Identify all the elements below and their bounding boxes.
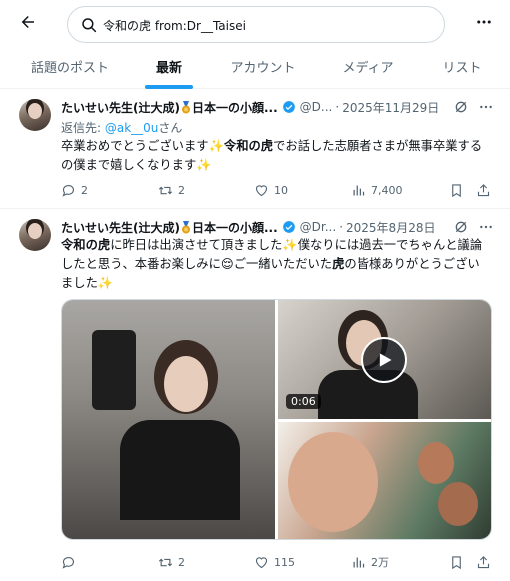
- bookmark-icon: [452, 555, 461, 569]
- more-icon: [477, 20, 491, 24]
- tab-top[interactable]: 話題のポスト: [18, 44, 122, 88]
- retweet-button[interactable]: 2: [158, 552, 185, 572]
- views-count: 2万: [371, 556, 389, 569]
- display-name-suffix[interactable]: 日本一の小顔...: [192, 219, 278, 236]
- verified-icon: [282, 221, 295, 233]
- share-button[interactable]: [476, 552, 496, 572]
- bookmark-button[interactable]: [449, 180, 469, 200]
- timestamp[interactable]: 2025年8月28日: [346, 219, 435, 236]
- bookmark-icon: [452, 183, 461, 197]
- like-icon: [255, 184, 268, 196]
- reply-button[interactable]: 2: [61, 180, 88, 200]
- handle[interactable]: @D...: [300, 100, 333, 114]
- reply-context: 返信先: @ak__0uさん: [61, 119, 182, 136]
- like-icon: [255, 556, 268, 568]
- avatar[interactable]: [19, 219, 51, 251]
- handle[interactable]: @Dr...: [300, 220, 337, 234]
- tweet[interactable]: たいせい先生(辻大成) 日本一の小顔... @Dr... · 2025年8月28…: [0, 209, 510, 581]
- tab-lists[interactable]: リスト: [432, 44, 492, 88]
- reply-suffix: さん: [158, 121, 183, 135]
- like-count: 115: [274, 555, 295, 569]
- tweet-more-icon[interactable]: [478, 219, 494, 235]
- search-icon: [82, 18, 97, 33]
- play-button[interactable]: [361, 337, 407, 383]
- tweet-text: 卒業おめでとうございます✨令和の虎でお話した志願者さまが無事卒業する の僕まで嬉し…: [61, 139, 483, 172]
- tweet-header: たいせい先生(辻大成) 日本一の小顔... @D... · 2025年11月29…: [61, 98, 439, 116]
- search-box[interactable]: [67, 6, 445, 43]
- retweet-count: 2: [178, 183, 185, 197]
- search-tabs: 話題のポスト 最新 アカウント メディア リスト: [0, 44, 510, 89]
- tab-latest[interactable]: 最新: [140, 44, 198, 88]
- retweet-button[interactable]: 2: [158, 180, 185, 200]
- timestamp[interactable]: 2025年11月29日: [342, 99, 439, 116]
- retweet-icon: [158, 186, 173, 194]
- share-icon: [477, 183, 490, 196]
- photo-group[interactable]: [278, 422, 491, 539]
- medal-icon: [181, 100, 190, 113]
- back-arrow-icon: [21, 16, 34, 28]
- grok-icon[interactable]: [453, 219, 469, 235]
- tweet-more-icon[interactable]: [478, 99, 494, 115]
- display-name[interactable]: たいせい先生(辻大成): [61, 99, 180, 116]
- tweet-text: 令和の虎に昨日は出演させて頂きました✨僕なりには過去一でちゃんと議論 したと思う、…: [61, 238, 483, 290]
- reply-prefix: 返信先:: [61, 121, 105, 135]
- tweet[interactable]: たいせい先生(辻大成) 日本一の小顔... @D... · 2025年11月29…: [0, 89, 510, 209]
- separator-dot: ·: [335, 100, 340, 114]
- tab-accounts[interactable]: アカウント: [219, 44, 307, 88]
- media-grid: 0:06: [61, 299, 492, 540]
- views-count: 7,400: [371, 183, 403, 197]
- reply-icon: [62, 184, 75, 197]
- video-duration: 0:06: [286, 394, 321, 409]
- verified-icon: [282, 101, 295, 113]
- views-icon: [353, 185, 365, 195]
- retweet-count: 2: [178, 555, 185, 569]
- retweet-icon: [158, 558, 173, 566]
- reply-count: 2: [81, 183, 88, 197]
- search-input[interactable]: [103, 11, 433, 39]
- views-button[interactable]: 7,400: [351, 180, 403, 200]
- display-name-suffix[interactable]: 日本一の小顔...: [192, 99, 278, 116]
- back-button[interactable]: [14, 8, 42, 36]
- tab-media[interactable]: メディア: [331, 44, 405, 88]
- reply-icon: [62, 556, 75, 569]
- display-name[interactable]: たいせい先生(辻大成): [61, 219, 180, 236]
- mention-link[interactable]: @ak__0u: [105, 121, 159, 135]
- more-options-button[interactable]: [470, 8, 498, 36]
- bookmark-button[interactable]: [449, 552, 469, 572]
- tweet-actions: 2 115 2万: [61, 552, 501, 572]
- share-button[interactable]: [476, 180, 496, 200]
- reply-button[interactable]: [61, 552, 81, 572]
- like-count: 10: [274, 183, 288, 197]
- views-icon: [353, 557, 365, 567]
- like-button[interactable]: 10: [254, 180, 288, 200]
- views-button[interactable]: 2万: [351, 552, 389, 572]
- like-button[interactable]: 115: [254, 552, 295, 572]
- tweet-header: たいせい先生(辻大成) 日本一の小顔... @Dr... · 2025年8月28…: [61, 218, 435, 236]
- separator-dot: ·: [339, 220, 344, 234]
- tweet-actions: 2 2 10 7,400: [61, 180, 501, 200]
- medal-icon: [181, 220, 190, 233]
- search-header: [0, 0, 510, 44]
- avatar[interactable]: [19, 99, 51, 131]
- play-icon: [379, 353, 392, 367]
- grok-icon[interactable]: [453, 99, 469, 115]
- photo-selfie[interactable]: [62, 300, 275, 539]
- share-icon: [477, 555, 490, 568]
